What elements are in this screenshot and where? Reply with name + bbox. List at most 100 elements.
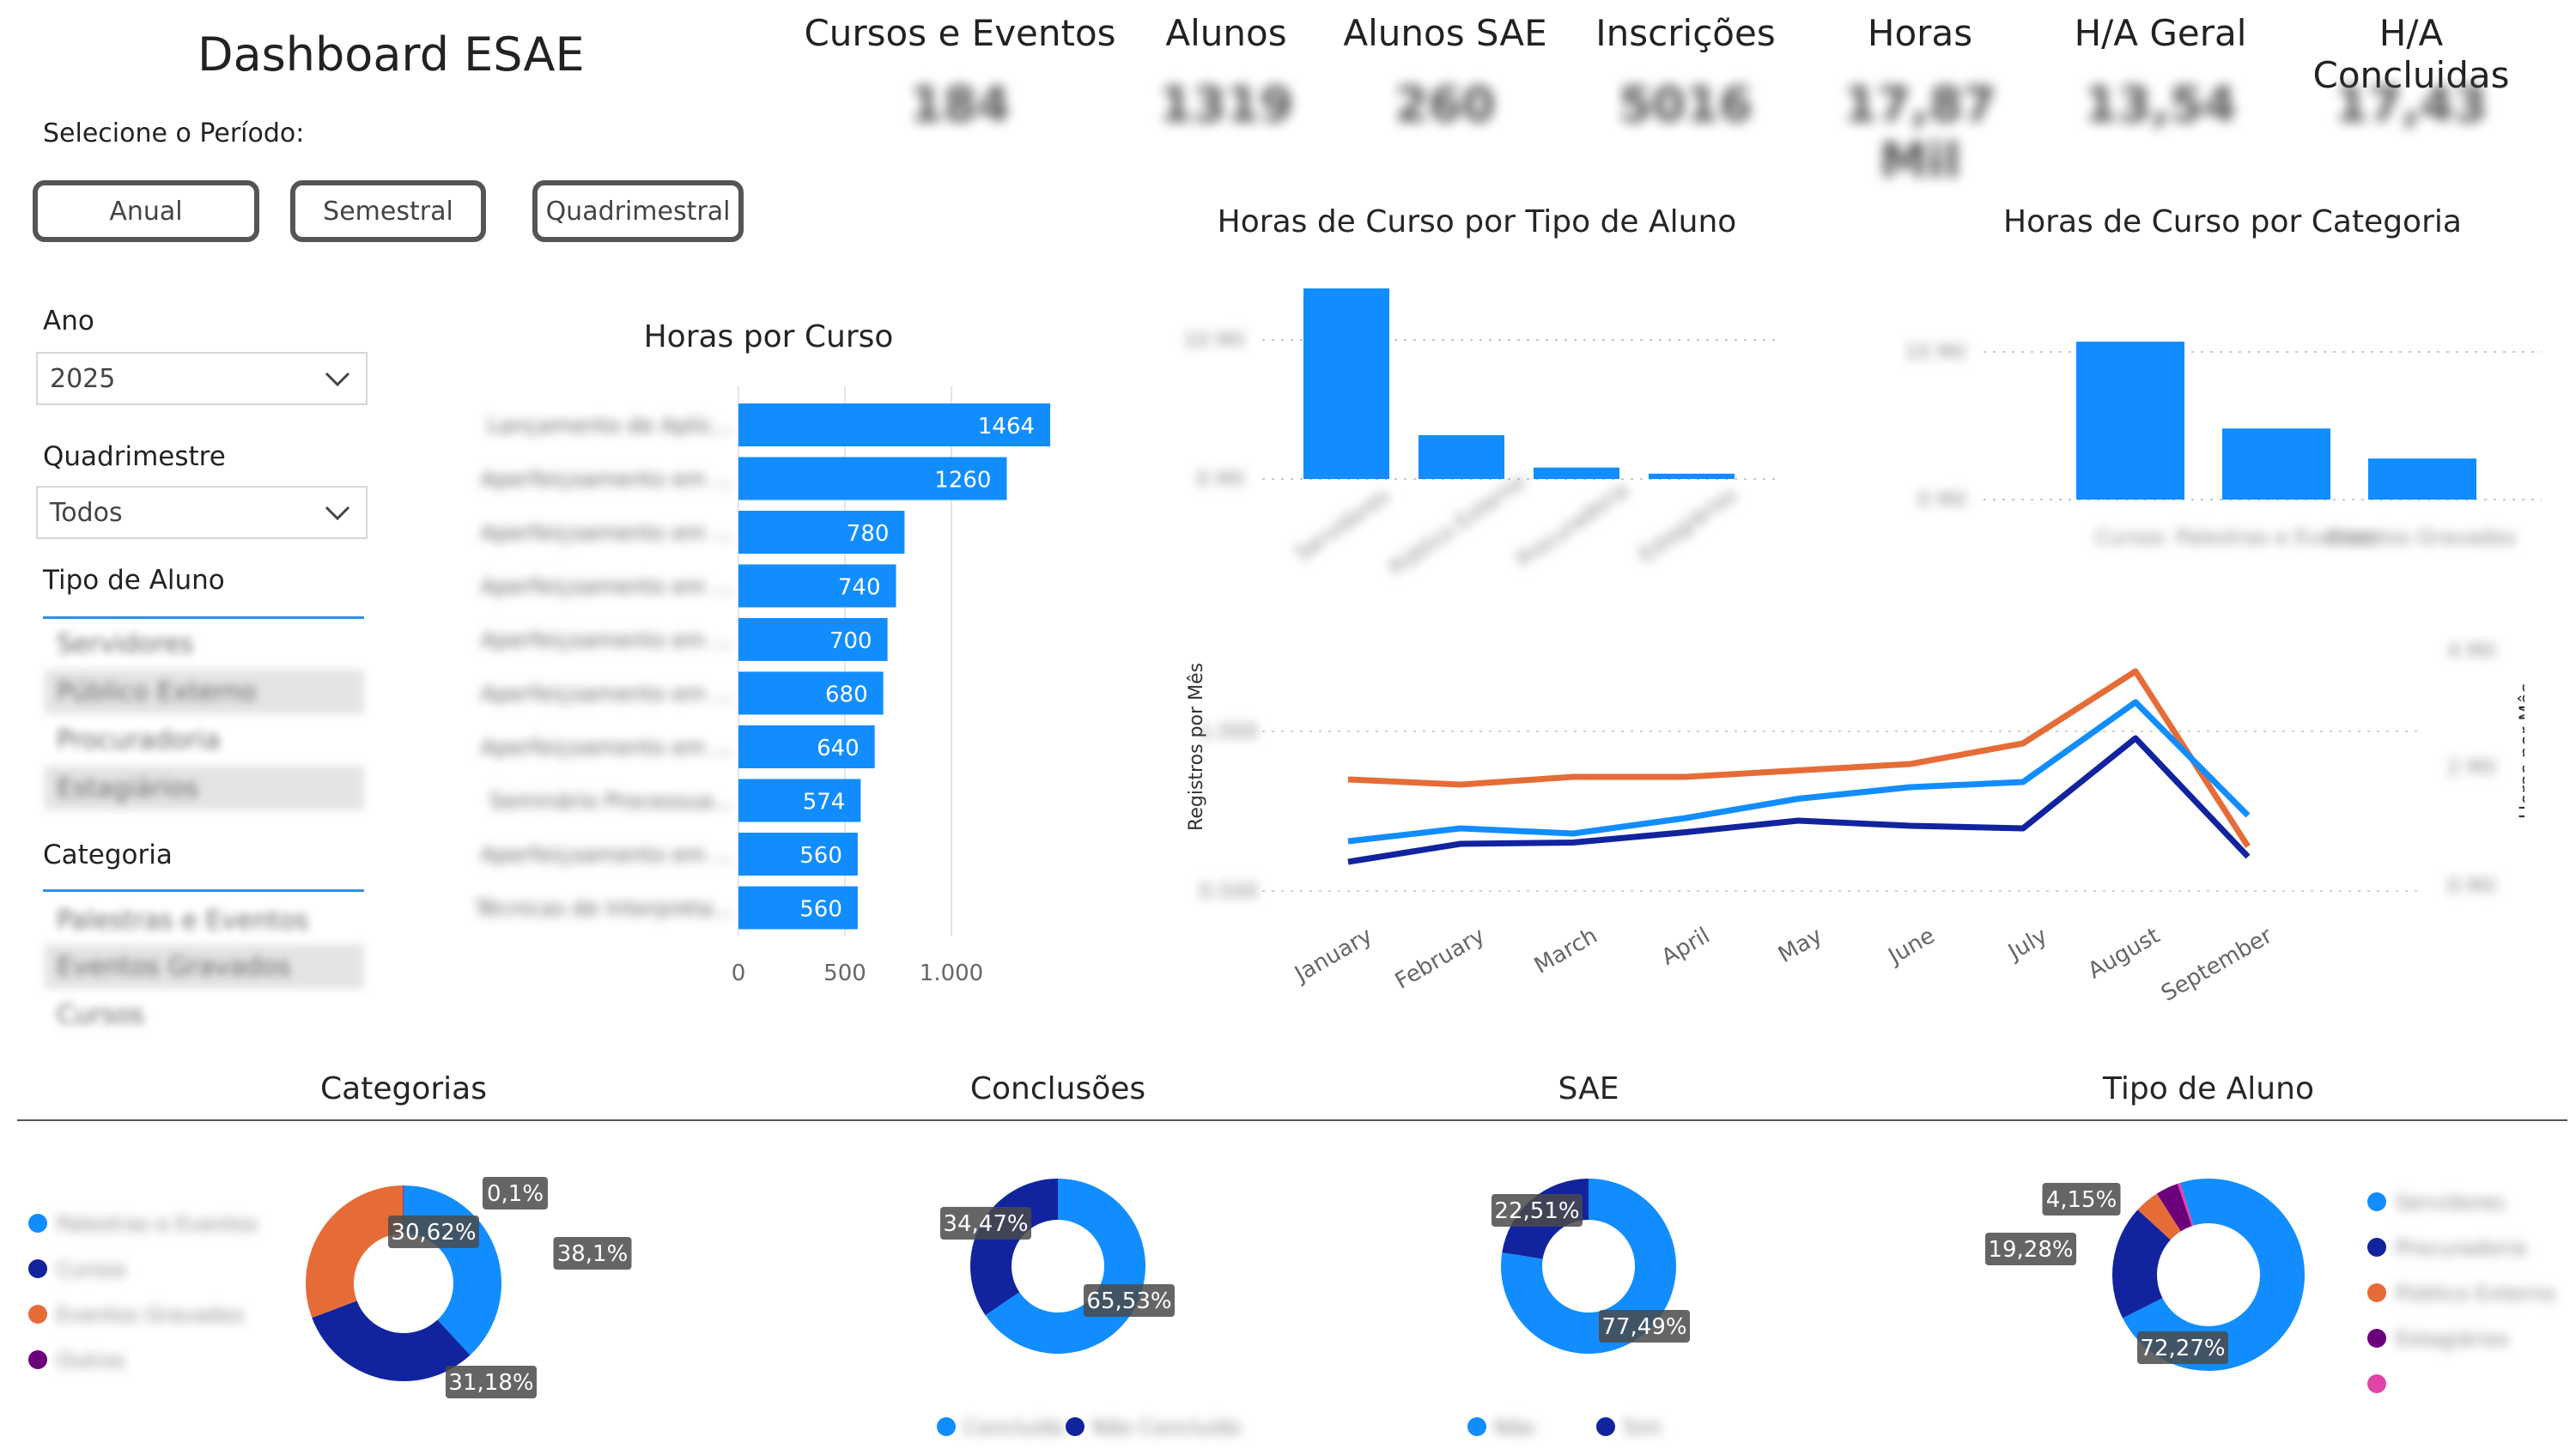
quadrimestre-filter-label: Quadrimestre bbox=[43, 441, 226, 472]
tipo-aluno-slicer-item[interactable]: Procuradoria bbox=[45, 718, 364, 762]
data-label: 740 bbox=[838, 575, 881, 601]
donut-charts: 38,1% 31,18% 30,62% 0,1% Palestras e Eventos… bbox=[28, 1177, 2555, 1440]
data-label: 19,28% bbox=[1988, 1237, 2073, 1263]
donut-title: SAE bbox=[1558, 1071, 1619, 1106]
legend-marker bbox=[28, 1214, 47, 1233]
category-label: Aperfeiçoamento em ... bbox=[481, 520, 733, 545]
y-tick-label: 0 Mil bbox=[1196, 467, 1245, 491]
tipo-aluno-slicer-item[interactable]: Servidores bbox=[45, 621, 364, 666]
data-label: 680 bbox=[825, 682, 868, 708]
x-tick-label: September bbox=[2157, 923, 2277, 1007]
y-tick-label: 0 Mil bbox=[1917, 488, 1966, 512]
legend-label: Sim bbox=[1623, 1416, 1662, 1440]
category-label: Servidores bbox=[1291, 483, 1394, 566]
data-label: 1464 bbox=[978, 414, 1035, 440]
horas-categoria-chart: 10 Mil0 MilCursos Palestras e EventosEven… bbox=[1905, 340, 2542, 549]
period-selector-label: Selecione o Período: bbox=[43, 118, 305, 149]
kpi-value: 5016 bbox=[1619, 77, 1753, 133]
page-title: Dashboard ESAE bbox=[197, 27, 585, 82]
legend-marker bbox=[28, 1259, 47, 1278]
categoria-slicer-item[interactable]: Eventos Gravados bbox=[45, 944, 364, 989]
horas-por-curso-title: Horas por Curso bbox=[643, 319, 894, 355]
category-label: Técnicas de Interpreta... bbox=[474, 896, 733, 921]
category-label: Seminário Processua... bbox=[489, 789, 733, 814]
right-tick-label: 2 Mil bbox=[2447, 755, 2496, 779]
tipo-aluno-slicer-item[interactable]: Público Externo bbox=[45, 670, 364, 714]
chevron-down-icon bbox=[325, 372, 350, 387]
tipo-aluno-slicer-item[interactable]: Estagiários bbox=[45, 766, 364, 810]
category-label: Aperfeiçoamento em ... bbox=[481, 574, 733, 599]
ano-dropdown[interactable]: 2025 bbox=[36, 352, 368, 405]
legend-label: Procuradoria bbox=[2396, 1236, 2526, 1260]
legend-label: Não bbox=[1494, 1416, 1534, 1440]
ano-dropdown-value: 2025 bbox=[50, 363, 116, 394]
category-label: Cursos bbox=[2095, 525, 2166, 549]
donut-title: Tipo de Aluno bbox=[2103, 1071, 2314, 1106]
data-label: 700 bbox=[829, 628, 872, 654]
data-label: 34,47% bbox=[943, 1211, 1028, 1237]
category-label: Aperfeiçoamento em ... bbox=[481, 735, 733, 760]
quadrimestre-dropdown[interactable]: Todos bbox=[36, 486, 368, 539]
x-tick-label: 500 bbox=[823, 961, 866, 986]
right-tick-label: 4 Mil bbox=[2447, 639, 2496, 663]
legend-marker bbox=[1066, 1417, 1084, 1436]
legend-label: Eventos Gravados bbox=[57, 1303, 244, 1327]
period-semestral-button[interactable]: Semestral bbox=[290, 180, 486, 242]
y-axis-label-left: Registros por Mês bbox=[1186, 663, 1207, 831]
bar bbox=[1534, 467, 1619, 479]
tipo-aluno-filter-label: Tipo de Aluno bbox=[43, 565, 225, 596]
donut-title: Categorias bbox=[320, 1071, 487, 1106]
legend-marker bbox=[28, 1350, 47, 1369]
bar bbox=[2222, 428, 2330, 500]
data-label: 65,53% bbox=[1086, 1288, 1171, 1314]
data-label: 4,15% bbox=[2046, 1187, 2117, 1213]
categoria-slicer-item[interactable]: Cursos bbox=[45, 992, 364, 1037]
kpi-value: 184 bbox=[909, 77, 1011, 133]
horas-tipo-aluno-chart: 10 Mil 0 Mil ServidoresPúblico ExternoProc… bbox=[1183, 288, 1777, 580]
legend-label: Concluído bbox=[963, 1416, 1065, 1440]
horas-categoria-title: Horas de Curso por Categoria bbox=[2003, 204, 2462, 239]
section-divider bbox=[17, 1119, 2567, 1121]
quadrimestre-dropdown-value: Todos bbox=[50, 497, 123, 528]
x-tick-label: July bbox=[2002, 923, 2051, 966]
period-quadrimestral-button[interactable]: Quadrimestral bbox=[532, 180, 744, 242]
tipo-aluno-divider bbox=[43, 616, 364, 619]
data-label: 77,49% bbox=[1601, 1314, 1686, 1340]
category-label: Aperfeiçoamento em ... bbox=[481, 682, 733, 706]
kpi-label: Alunos SAE bbox=[1343, 12, 1547, 54]
bar bbox=[1649, 473, 1735, 479]
kpi-label: Inscrições bbox=[1595, 12, 1776, 54]
legend-label: Servidores bbox=[2396, 1191, 2505, 1215]
category-label: Lançamento de Aplic... bbox=[488, 413, 733, 438]
x-tick-label: June bbox=[1883, 923, 1940, 970]
legend-label: Público Externo bbox=[2396, 1282, 2555, 1306]
categoria-slicer-item[interactable]: Palestras e Eventos bbox=[45, 898, 364, 943]
kpi-label: Horas bbox=[1867, 12, 1973, 54]
legend-marker bbox=[2367, 1374, 2386, 1393]
category-label: Aperfeiçoamento em ... bbox=[481, 627, 733, 652]
bar bbox=[1419, 434, 1504, 479]
kpi-value: 17,43 bbox=[2335, 77, 2488, 133]
legend-marker bbox=[937, 1417, 956, 1436]
donut-title: Conclusões bbox=[969, 1071, 1146, 1106]
left-tick-label: 0.500 bbox=[1199, 879, 1258, 903]
data-label: 560 bbox=[799, 843, 842, 869]
x-tick-label: March bbox=[1530, 923, 1602, 979]
bar bbox=[1303, 288, 1389, 479]
kpi-value: 13,54 bbox=[2084, 77, 2237, 133]
x-tick-label: February bbox=[1391, 923, 1490, 995]
category-label: Eventos Gravados bbox=[2329, 525, 2516, 549]
ano-filter-label: Ano bbox=[43, 306, 94, 336]
category-label: Procuradoria bbox=[1512, 477, 1633, 572]
kpi-value: 17,87 Mil bbox=[1844, 77, 1996, 189]
horas-por-curso-chart: 0 500 1.000 Lançamento de Aplic... 1464 Aperf… bbox=[474, 386, 1051, 986]
x-tick-label: May bbox=[1774, 923, 1827, 968]
period-anual-button[interactable]: Anual bbox=[33, 180, 259, 242]
legend-marker bbox=[1467, 1417, 1486, 1436]
legend-label: Palestras e Eventos bbox=[57, 1212, 258, 1236]
data-label: 560 bbox=[799, 897, 842, 923]
legend-label: Estagiários bbox=[2396, 1327, 2509, 1351]
kpi-value: 260 bbox=[1394, 77, 1496, 133]
categoria-filter-label: Categoria bbox=[43, 840, 173, 870]
data-label: 574 bbox=[803, 790, 846, 815]
